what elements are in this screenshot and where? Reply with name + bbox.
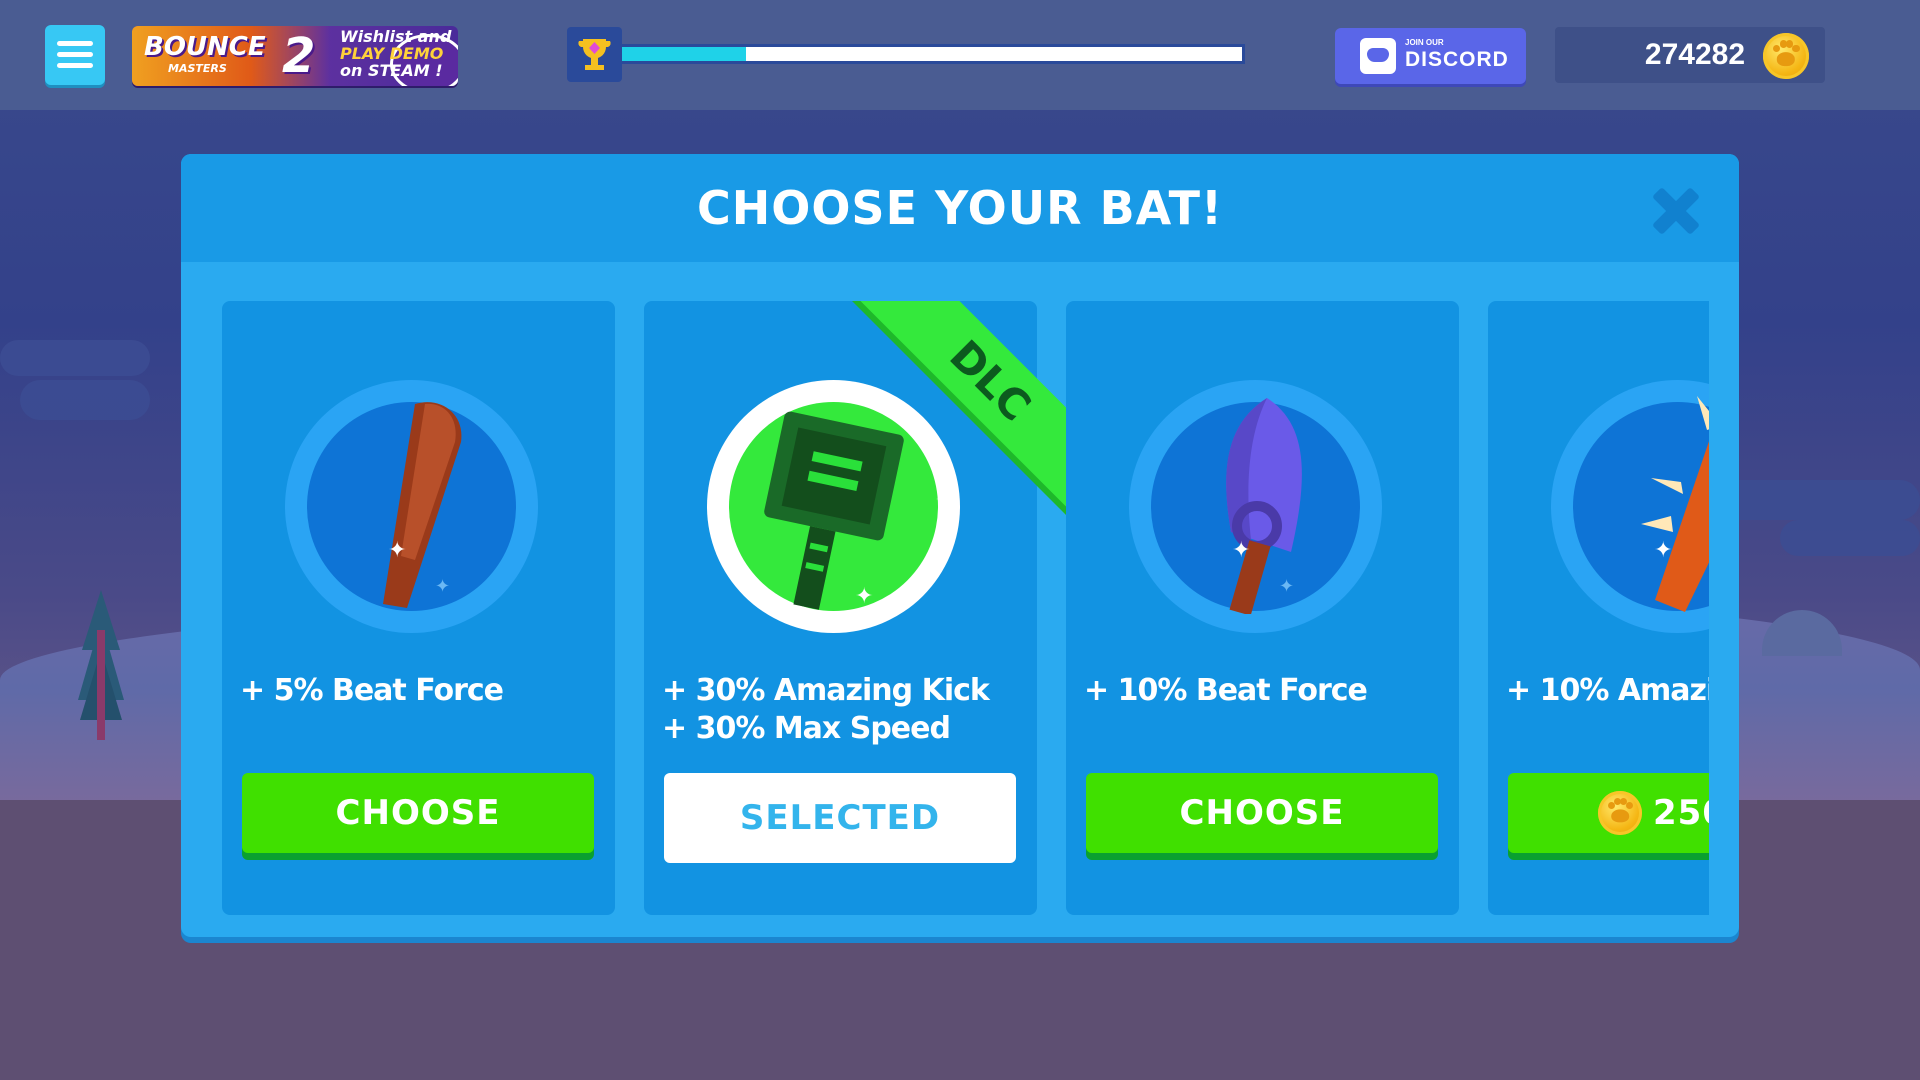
close-button[interactable]	[1647, 182, 1705, 240]
discord-button[interactable]: JOIN OUR DISCORD	[1335, 28, 1526, 84]
menu-button[interactable]	[45, 25, 105, 85]
menu-icon	[57, 63, 93, 68]
cloud	[0, 340, 150, 376]
discord-icon	[1360, 38, 1396, 74]
choose-bat-button[interactable]: CHOOSE	[242, 773, 594, 853]
sparkle-icon: ✦	[1232, 538, 1251, 563]
promo-line-1: Wishlist and	[340, 27, 452, 46]
top-bar: BOUNCE MASTERS 2 Wishlist and PLAY DEMO …	[0, 0, 1920, 110]
progress-fill	[622, 47, 746, 61]
trophy-progress-bar	[622, 44, 1245, 64]
club-bat-icon	[383, 402, 462, 608]
trophy-icon	[567, 27, 622, 82]
sparkle-icon: ✦	[435, 576, 451, 597]
sparkle-icon: ✦	[1654, 538, 1673, 563]
coin-icon	[1763, 33, 1809, 79]
cloud	[20, 380, 150, 420]
selected-bat-button[interactable]: SELECTED	[664, 773, 1016, 863]
coin-balance: 274282	[1555, 27, 1825, 83]
bat-portrait: ✦ ✦	[1129, 380, 1382, 633]
choose-bat-button[interactable]: CHOOSE	[1086, 773, 1438, 853]
choose-bat-dialog: CHOOSE YOUR BAT! ✦ ✦ + 5% Beat Force CHO…	[181, 154, 1739, 937]
promo-line-2: PLAY DEMO	[340, 44, 444, 63]
bat-perk: + 10% Amazin	[1506, 673, 1709, 708]
trophy-icon	[578, 39, 611, 70]
sparkle-icon: ✦	[1279, 576, 1295, 597]
coin-count: 274282	[1644, 38, 1745, 71]
sparkle-icon: ✦	[388, 538, 407, 563]
bat-card: ✦ ✦ + 5% Beat Force CHOOSE	[222, 301, 615, 915]
game-logo: BOUNCE MASTERS 2	[132, 26, 330, 86]
discord-label: DISCORD	[1405, 48, 1509, 71]
cloud	[1720, 480, 1920, 520]
bat-card-selected: ✦ ✦ DLC + 30% Amazing Kick + 30% Max Spe…	[644, 301, 1080, 915]
bat-portrait: ✦ ✦	[285, 380, 538, 633]
menu-icon	[57, 52, 93, 57]
bat-card: ✦ ✦ + 10% Beat Force CHOOSE	[1066, 301, 1459, 915]
coin-icon	[1598, 791, 1642, 835]
dialog-title: CHOOSE YOUR BAT!	[696, 181, 1224, 235]
dlc-ribbon: DLC	[850, 301, 1080, 521]
bat-perk: + 30% Max Speed	[662, 711, 951, 746]
logo-subtitle: MASTERS	[168, 62, 227, 75]
logo-title: BOUNCE	[144, 32, 266, 62]
menu-icon	[57, 41, 93, 46]
buy-bat-button[interactable]: 250	[1508, 773, 1709, 853]
bat-perk: + 10% Beat Force	[1084, 673, 1368, 708]
pine-tree-icon	[78, 590, 124, 740]
sparkle-icon: ✦	[855, 584, 874, 609]
cloud	[1780, 520, 1920, 556]
bat-perk: + 5% Beat Force	[240, 673, 504, 708]
dlc-label: DLC	[852, 301, 1080, 519]
promo-text: Wishlist and PLAY DEMO on STEAM !	[340, 28, 460, 79]
discord-join-label: JOIN OUR	[1405, 38, 1444, 47]
spiked-bat-icon	[1641, 396, 1709, 612]
promo-line-3: on STEAM !	[340, 61, 443, 80]
bat-portrait: ✦	[1551, 380, 1709, 633]
logo-number: 2	[282, 28, 316, 84]
shovel-bat-icon	[1226, 398, 1302, 614]
bat-card: ✦ + 10% Amazin 250	[1488, 301, 1709, 915]
igloo	[1762, 610, 1842, 656]
bat-perk: + 30% Amazing Kick	[662, 673, 990, 708]
bat-price: 250	[1653, 793, 1709, 833]
bat-carousel[interactable]: ✦ ✦ + 5% Beat Force CHOOSE ✦ ✦ DLC + 30%…	[222, 301, 1709, 915]
